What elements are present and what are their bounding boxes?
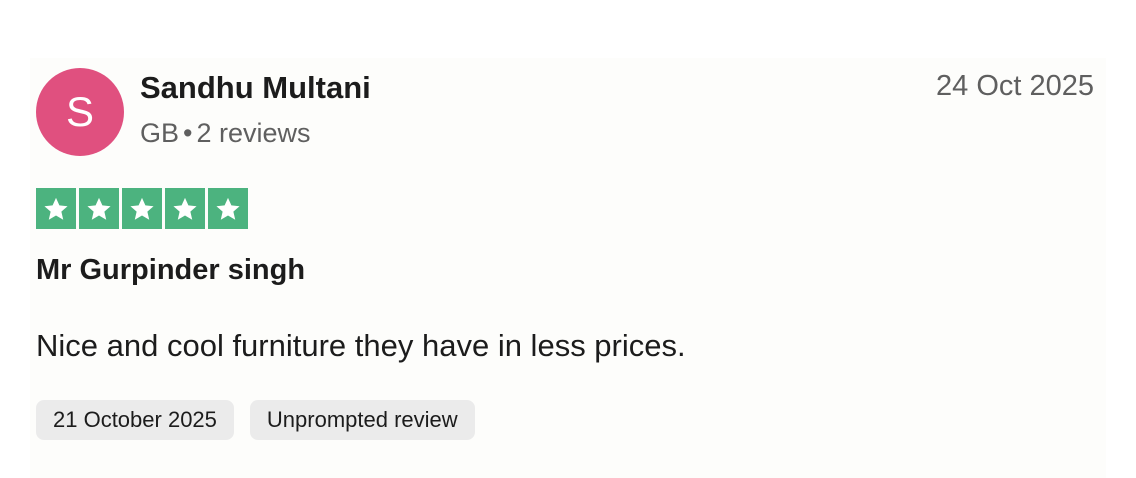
star-icon — [79, 188, 119, 229]
meta-separator: • — [183, 118, 193, 148]
star-rating — [36, 188, 248, 229]
review-posted-date: 24 Oct 2025 — [936, 70, 1094, 102]
star-icon — [165, 188, 205, 229]
star-icon — [122, 188, 162, 229]
star-icon — [36, 188, 76, 229]
avatar[interactable]: S — [36, 68, 124, 156]
review-title[interactable]: Mr Gurpinder singh — [36, 254, 305, 287]
review-chips: 21 October 2025 Unprompted review — [36, 400, 475, 440]
experience-date-chip: 21 October 2025 — [36, 400, 234, 440]
avatar-initial: S — [65, 88, 94, 135]
reviewer-country: GB — [140, 118, 180, 148]
reviewer-meta: GB • 2 reviews — [140, 118, 311, 149]
reviewer-review-count: 2 reviews — [196, 118, 311, 148]
unprompted-review-badge[interactable]: Unprompted review — [249, 400, 475, 440]
star-icon — [208, 188, 248, 229]
review-body: Nice and cool furniture they have in les… — [36, 328, 686, 363]
reviewer-name[interactable]: Sandhu Multani — [140, 70, 371, 106]
